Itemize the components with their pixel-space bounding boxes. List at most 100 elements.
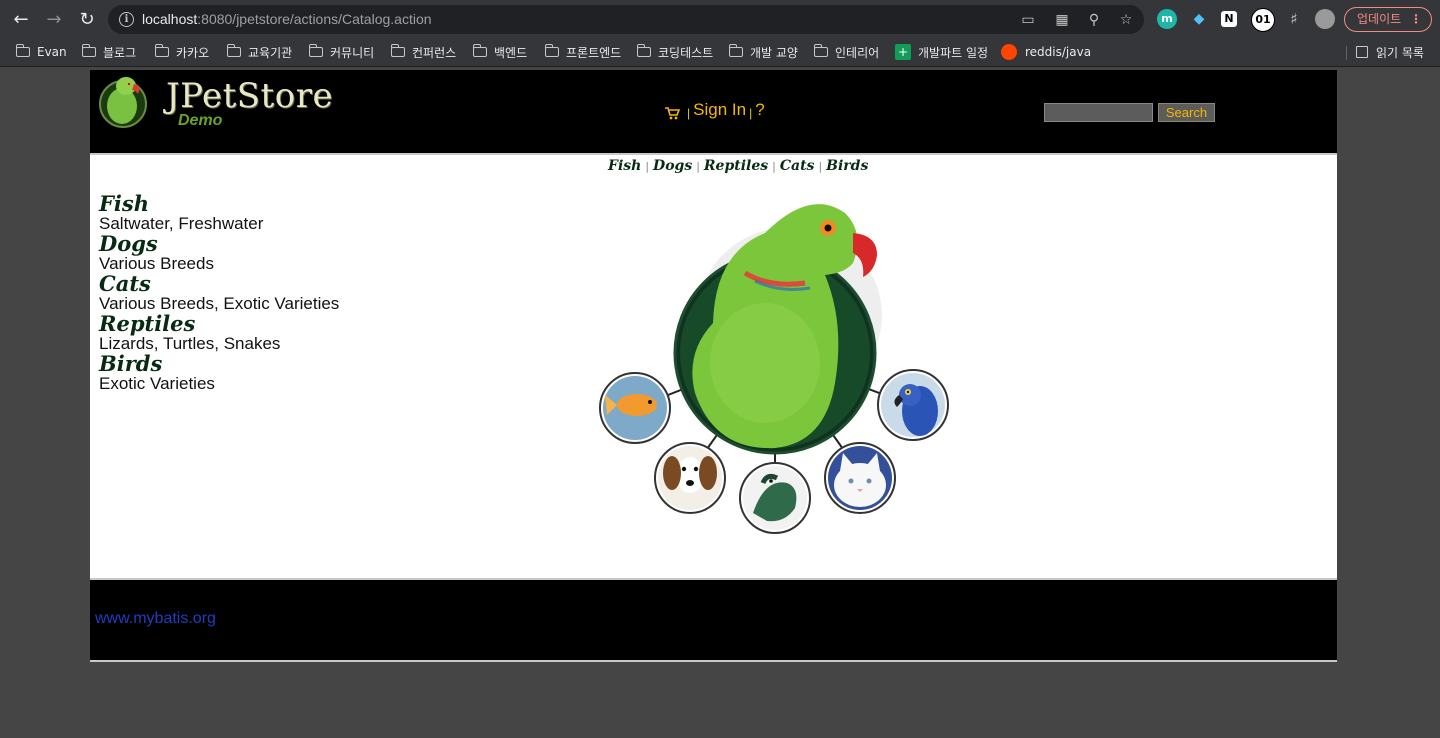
folder-icon	[544, 44, 559, 57]
folder-icon	[81, 44, 96, 57]
dog-image[interactable]	[654, 442, 726, 514]
reading-list-icon	[1356, 46, 1368, 58]
bookmark-label: 컨퍼런스	[412, 45, 457, 60]
bookmark-label: 블로그	[103, 45, 137, 60]
bookmark-folder[interactable]: 개발 교양	[728, 42, 798, 62]
bookmark-folder[interactable]: 인테리어	[813, 42, 880, 62]
search-button[interactable]: Search	[1158, 103, 1215, 122]
bookmark-link[interactable]: + 개발파트 일정	[895, 42, 988, 62]
notion-extension-icon[interactable]: N	[1221, 11, 1237, 27]
badge-extension-label: 01	[1255, 13, 1271, 26]
gem-extension-icon[interactable]: ◆	[1189, 9, 1209, 29]
back-arrow-icon[interactable]: ←	[9, 7, 33, 31]
bookmark-folder[interactable]: 교육기관	[226, 42, 293, 62]
bookmark-label: 코딩테스트	[658, 45, 714, 60]
cat-image[interactable]	[824, 442, 896, 514]
quicklink-separator: |	[772, 159, 776, 173]
forward-arrow-icon[interactable]: →	[42, 7, 66, 31]
category-link-reptiles[interactable]: Reptiles	[99, 313, 339, 335]
quicklink-separator: |	[696, 159, 700, 173]
update-label: 업데이트	[1357, 12, 1402, 26]
category-link-birds[interactable]: Birds	[99, 353, 339, 375]
reading-list-button[interactable]: 읽기 목록	[1356, 42, 1424, 62]
url-host: localhost	[142, 11, 198, 27]
quicklink-dogs[interactable]: Dogs	[653, 158, 692, 174]
quicklink-fish[interactable]: Fish	[608, 158, 641, 174]
browser-toolbar: ← → ↻ i localhost:8080/jpetstore/actions…	[0, 0, 1440, 38]
bookmark-label: 개발 교양	[750, 45, 798, 60]
help-link[interactable]: ?	[755, 100, 764, 120]
parrot-image	[673, 204, 882, 455]
url-path: :8080/jpetstore/actions/Catalog.action	[197, 11, 432, 27]
folder-icon	[308, 44, 323, 57]
folder-icon	[472, 44, 487, 57]
url-text[interactable]: localhost:8080/jpetstore/actions/Catalog…	[142, 11, 432, 27]
update-button[interactable]: 업데이트 ⋮	[1344, 7, 1432, 32]
cart-icon[interactable]	[664, 106, 680, 120]
profile-avatar[interactable]	[1315, 9, 1335, 29]
reptile-image[interactable]	[739, 462, 811, 534]
category-link-dogs[interactable]: Dogs	[99, 233, 339, 255]
bookmark-folder[interactable]: 코딩테스트	[636, 42, 714, 62]
extensions-puzzle-icon[interactable]: ♯	[1284, 9, 1304, 29]
bookmark-label: 커뮤니티	[330, 45, 375, 60]
badge-extension-icon[interactable]: 01	[1251, 8, 1275, 32]
quicklink-separator: |	[818, 159, 823, 173]
folder-icon	[636, 44, 651, 57]
bookmark-label: 교육기관	[248, 45, 293, 60]
bookmark-star-icon[interactable]: ☆	[1118, 12, 1134, 28]
bookmark-label: 프론트엔드	[566, 45, 622, 60]
bookmark-folder[interactable]: 컨퍼런스	[390, 42, 457, 62]
bookmark-link[interactable]: reddis/java	[1001, 42, 1091, 62]
fish-image[interactable]	[599, 372, 671, 444]
logo-title: JPetStore	[166, 76, 334, 116]
bookmark-folder[interactable]: 커뮤니티	[308, 42, 375, 62]
header-menu: | Sign In | ?	[664, 100, 765, 120]
bookmark-label: 백엔드	[494, 45, 528, 60]
qr-code-icon[interactable]: ▦	[1054, 12, 1070, 28]
folder-icon	[728, 44, 743, 57]
bookmark-folder[interactable]: 카카오	[154, 42, 210, 62]
reading-list-label: 읽기 목록	[1376, 45, 1424, 60]
extension-m-label: m	[1161, 12, 1173, 25]
bookmarks-divider	[1346, 46, 1347, 60]
bird-image[interactable]	[877, 369, 949, 441]
bookmark-folder[interactable]: Evan	[15, 42, 67, 62]
more-menu-icon[interactable]: ⋮	[1410, 8, 1422, 31]
category-link-fish[interactable]: Fish	[99, 193, 339, 215]
bookmarks-bar: Evan 블로그 카카오 교육기관 커뮤니티 컨퍼런스 백엔드 프론트엔드 코딩…	[0, 38, 1440, 67]
bookmark-label: 인테리어	[835, 45, 880, 60]
reddit-icon	[1001, 44, 1017, 60]
quicklink-reptiles[interactable]: Reptiles	[704, 158, 768, 174]
cast-icon[interactable]: ▭	[1020, 12, 1036, 28]
folder-icon	[154, 44, 169, 57]
site-header: JPetStore Demo | Sign In | ? Search	[90, 70, 1337, 153]
footer-divider	[90, 660, 1337, 662]
menu-separator: |	[749, 106, 753, 120]
bookmark-label: 카카오	[176, 45, 210, 60]
bookmark-folder[interactable]: 프론트엔드	[544, 42, 622, 62]
address-bar[interactable]: i localhost:8080/jpetstore/actions/Catal…	[108, 5, 1144, 34]
category-sidebar: Fish Saltwater, Freshwater Dogs Various …	[99, 193, 339, 393]
mybatis-link[interactable]: www.mybatis.org	[95, 610, 216, 628]
logo-subtitle: Demo	[178, 112, 223, 129]
site-footer: www.mybatis.org	[90, 578, 1337, 662]
extension-m-icon[interactable]: m	[1157, 9, 1177, 29]
pet-image-map	[599, 204, 949, 534]
category-link-cats[interactable]: Cats	[99, 273, 339, 295]
category-desc-birds: Exotic Varieties	[99, 374, 215, 393]
sign-in-link[interactable]: Sign In	[693, 100, 746, 120]
folder-icon	[15, 44, 30, 57]
reload-icon[interactable]: ↻	[75, 7, 99, 31]
site-info-icon[interactable]: i	[119, 12, 134, 27]
folder-icon	[226, 44, 241, 57]
sheets-icon: +	[895, 44, 911, 60]
bookmark-label: reddis/java	[1025, 45, 1092, 59]
zoom-icon[interactable]: ⚲	[1086, 12, 1102, 28]
bookmark-label: Evan	[37, 45, 67, 59]
quicklink-cats[interactable]: Cats	[780, 158, 815, 174]
bookmark-folder[interactable]: 블로그	[81, 42, 137, 62]
bookmark-folder[interactable]: 백엔드	[472, 42, 528, 62]
search-input[interactable]	[1044, 103, 1153, 122]
quicklink-birds[interactable]: Birds	[826, 158, 868, 174]
